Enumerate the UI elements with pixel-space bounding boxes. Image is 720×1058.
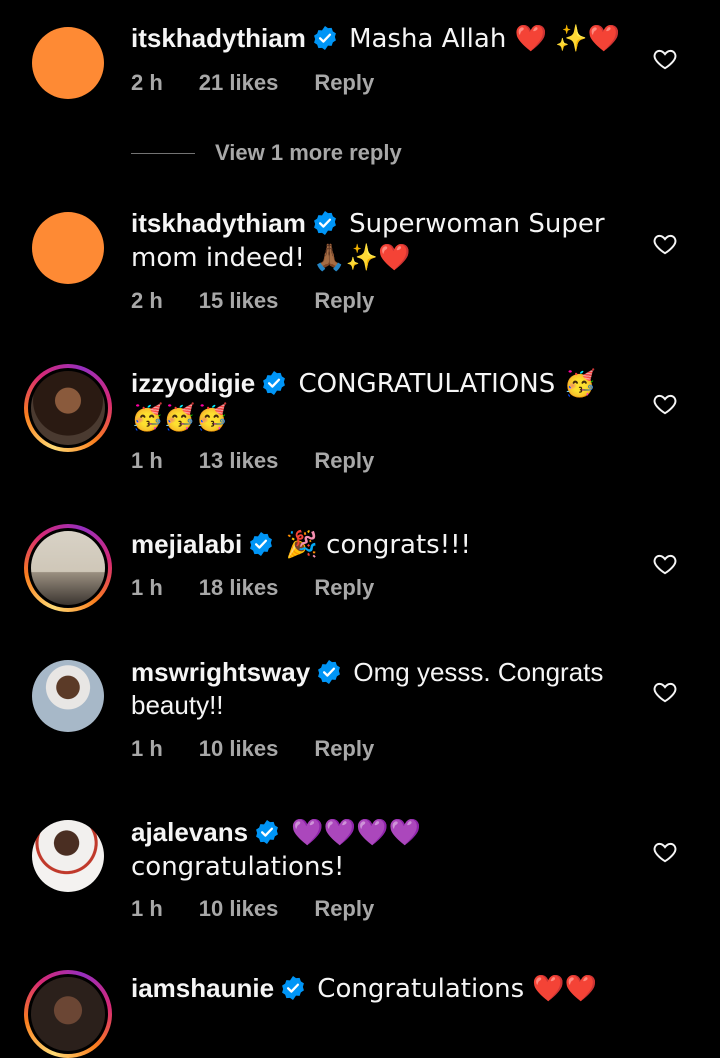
comment-meta: 1 h 13 likes Reply: [131, 448, 410, 474]
verified-badge-icon: [316, 659, 342, 685]
comment-body: itskhadythiam Superwoman Super mom indee…: [131, 207, 631, 275]
comment-meta: 1 h 10 likes Reply: [131, 736, 410, 762]
verified-badge-icon: [312, 25, 338, 51]
view-more-label[interactable]: View 1 more reply: [215, 140, 402, 166]
avatar[interactable]: [32, 27, 104, 99]
comment-text: 🎉 congrats!!!: [285, 530, 471, 560]
comment-meta: 2 h 15 likes Reply: [131, 288, 410, 314]
reply-button[interactable]: Reply: [314, 575, 374, 600]
comment-meta: 1 h 10 likes Reply: [131, 896, 410, 922]
username[interactable]: itskhadythiam: [131, 208, 306, 238]
view-more-replies[interactable]: View 1 more reply: [131, 138, 402, 168]
avatar[interactable]: [24, 364, 112, 452]
reply-button[interactable]: Reply: [314, 736, 374, 761]
verified-badge-icon: [280, 975, 306, 1001]
comment-meta: 2 h 21 likes Reply: [131, 70, 410, 96]
username[interactable]: ajalevans: [131, 817, 248, 847]
reply-button[interactable]: Reply: [314, 448, 374, 473]
profile-photo: [31, 371, 105, 445]
comment-text: Congratulations ❤️❤️: [317, 974, 598, 1004]
username[interactable]: iamshaunie: [131, 973, 274, 1003]
timestamp: 1 h: [131, 448, 163, 473]
likes-count[interactable]: 10 likes: [199, 896, 279, 921]
verified-badge-icon: [261, 370, 287, 396]
heart-outline-icon[interactable]: [652, 679, 678, 705]
heart-outline-icon[interactable]: [652, 839, 678, 865]
heart-outline-icon[interactable]: [652, 391, 678, 417]
likes-count[interactable]: 18 likes: [199, 575, 279, 600]
avatar[interactable]: [24, 524, 112, 612]
comment-body: itskhadythiam Masha Allah ❤️ ✨❤️: [131, 22, 631, 56]
username[interactable]: mswrightsway: [131, 657, 310, 687]
likes-count[interactable]: 15 likes: [199, 288, 279, 313]
comment-text: Masha Allah ❤️ ✨❤️: [349, 24, 620, 54]
heart-outline-icon[interactable]: [652, 231, 678, 257]
likes-count[interactable]: 21 likes: [199, 70, 279, 95]
reply-button[interactable]: Reply: [314, 896, 374, 921]
timestamp: 2 h: [131, 288, 163, 313]
divider: [131, 152, 195, 154]
username[interactable]: mejialabi: [131, 529, 242, 559]
timestamp: 1 h: [131, 736, 163, 761]
avatar[interactable]: [32, 820, 104, 892]
profile-photo: [31, 531, 105, 605]
reply-button[interactable]: Reply: [314, 288, 374, 313]
reply-button[interactable]: Reply: [314, 70, 374, 95]
likes-count[interactable]: 13 likes: [199, 448, 279, 473]
avatar[interactable]: [32, 660, 104, 732]
verified-badge-icon: [248, 531, 274, 557]
timestamp: 1 h: [131, 575, 163, 600]
avatar[interactable]: [24, 970, 112, 1058]
profile-photo: [32, 820, 104, 892]
timestamp: 1 h: [131, 896, 163, 921]
profile-photo: [32, 660, 104, 732]
comment-body: mejialabi 🎉 congrats!!!: [131, 528, 631, 562]
comment-meta: 1 h 18 likes Reply: [131, 575, 410, 601]
verified-badge-icon: [254, 819, 280, 845]
comment-body: ajalevans 💜💜💜💜 congratulations!: [131, 816, 631, 884]
likes-count[interactable]: 10 likes: [199, 736, 279, 761]
comment-body: izzyodigie CONGRATULATIONS 🥳 🥳🥳🥳: [131, 367, 631, 435]
timestamp: 2 h: [131, 70, 163, 95]
profile-photo: [31, 977, 105, 1051]
heart-outline-icon[interactable]: [652, 551, 678, 577]
avatar[interactable]: [32, 212, 104, 284]
comment-body: mswrightsway Omg yesss. Congrats beauty!…: [131, 656, 631, 722]
heart-outline-icon[interactable]: [652, 46, 678, 72]
username[interactable]: itskhadythiam: [131, 23, 306, 53]
verified-badge-icon: [312, 210, 338, 236]
username[interactable]: izzyodigie: [131, 368, 255, 398]
